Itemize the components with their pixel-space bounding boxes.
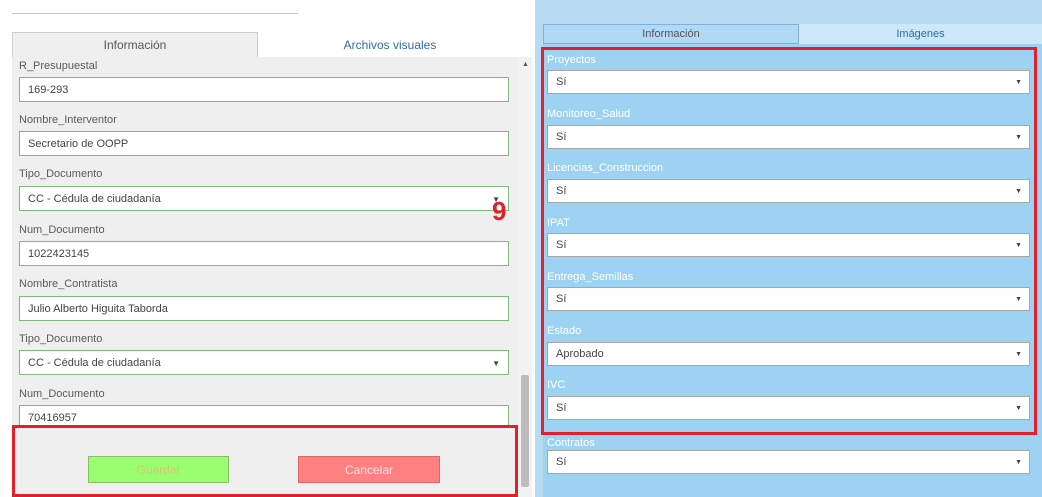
nombre-interventor-input[interactable]: Secretario de OOPP — [19, 131, 509, 156]
contratos-select[interactable]: Sí ▼ — [547, 450, 1030, 474]
scrollbar-thumb[interactable] — [521, 375, 529, 487]
num-documento-input-1[interactable]: 1022423145 — [19, 241, 509, 266]
nombre-contratista-value: Julio Alberto Higuita Taborda — [28, 302, 168, 315]
num-documento-value-2: 70416957 — [28, 411, 77, 424]
right-tab-bar: Información Imágenes — [543, 24, 1042, 44]
num-documento-value-1: 1022423145 — [28, 247, 90, 260]
highlight-box-fields — [541, 47, 1037, 435]
tipo-documento-value-2: CC - Cédula de ciudadanía — [28, 356, 161, 369]
caret-down-icon: ▼ — [492, 359, 500, 368]
tab-imagenes[interactable]: Imágenes — [799, 24, 1042, 44]
field-label-nombre-interventor: Nombre_Interventor — [19, 114, 117, 126]
tab-archivos-visuales[interactable]: Archivos visuales — [258, 32, 522, 57]
caret-down-icon: ▼ — [1015, 459, 1022, 466]
nombre-interventor-value: Secretario de OOPP — [28, 137, 129, 150]
field-label-num-documento-1: Num_Documento — [19, 224, 105, 236]
tipo-documento-select-2[interactable]: CC - Cédula de ciudadanía ▼ — [19, 350, 509, 375]
r-presupuestal-value: 169-293 — [28, 83, 69, 96]
field-label-r-presupuestal: R_Presupuestal — [19, 60, 98, 72]
tab-informacion[interactable]: Información — [12, 32, 258, 57]
tab-informacion-right[interactable]: Información — [543, 24, 799, 44]
field-label-contratos: Contratos — [547, 437, 595, 449]
field-label-tipo-documento-1: Tipo_Documento — [19, 168, 103, 180]
tipo-documento-select-1[interactable]: CC - Cédula de ciudadanía ▼ — [19, 186, 509, 211]
left-tab-bar: Información Archivos visuales — [12, 32, 522, 57]
field-label-nombre-contratista: Nombre_Contratista — [19, 278, 118, 290]
field-label-num-documento-2: Num_Documento — [19, 388, 105, 400]
left-panel: Información Archivos visuales R_Presupue… — [0, 0, 535, 497]
nombre-contratista-input[interactable]: Julio Alberto Higuita Taborda — [19, 296, 509, 321]
r-presupuestal-input[interactable]: 169-293 — [19, 77, 509, 102]
field-label-tipo-documento-2: Tipo_Documento — [19, 333, 103, 345]
highlight-box-buttons — [12, 425, 518, 497]
left-scrollbar[interactable]: ▲ — [518, 57, 532, 497]
annotation-number: 9 — [492, 196, 507, 226]
left-top-divider — [12, 10, 298, 14]
tipo-documento-value-1: CC - Cédula de ciudadanía — [28, 192, 161, 205]
scroll-up-icon[interactable]: ▲ — [522, 61, 529, 68]
contratos-value: Sí — [556, 456, 567, 468]
screen: Información Archivos visuales R_Presupue… — [0, 0, 1042, 497]
